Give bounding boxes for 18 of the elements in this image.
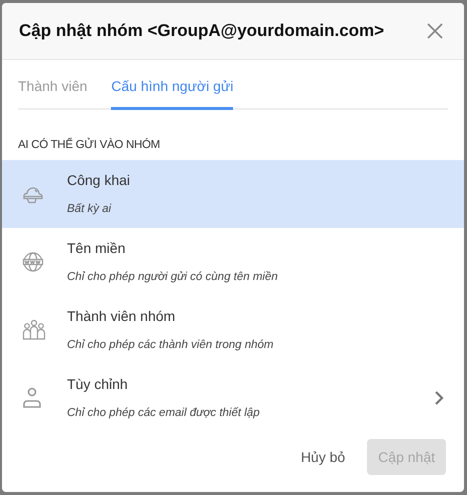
option-description: Chỉ cho phép các email được thiết lập [67,406,261,420]
section-label: AI CÓ THỂ GỬI VÀO NHÓM [18,137,161,153]
option-title: Thành viên nhóm [67,308,176,324]
globe-icon [22,251,44,274]
option-title: Tùy chỉnh [67,376,129,392]
tab[interactable]: Cấu hình người gửi [111,76,234,110]
close-icon [427,23,443,39]
group-icon [22,319,46,342]
option-description: Bất kỳ ai [67,202,112,216]
option-description: Chỉ cho phép các thành viên trong nhóm [67,338,274,352]
user-icon [22,387,42,410]
close-button[interactable] [426,22,444,40]
option-title: Công khai [67,172,132,188]
option-title: Tên miền [67,240,126,256]
dialog-title: Cập nhật nhóm <GroupA@yourdomain.com> [19,20,384,42]
option-description: Chỉ cho phép người gửi có cùng tên miền [67,270,279,284]
cancel-button[interactable]: Hủy bỏ [298,439,348,475]
option-row[interactable]: Công khai Bất kỳ ai [2,160,464,228]
